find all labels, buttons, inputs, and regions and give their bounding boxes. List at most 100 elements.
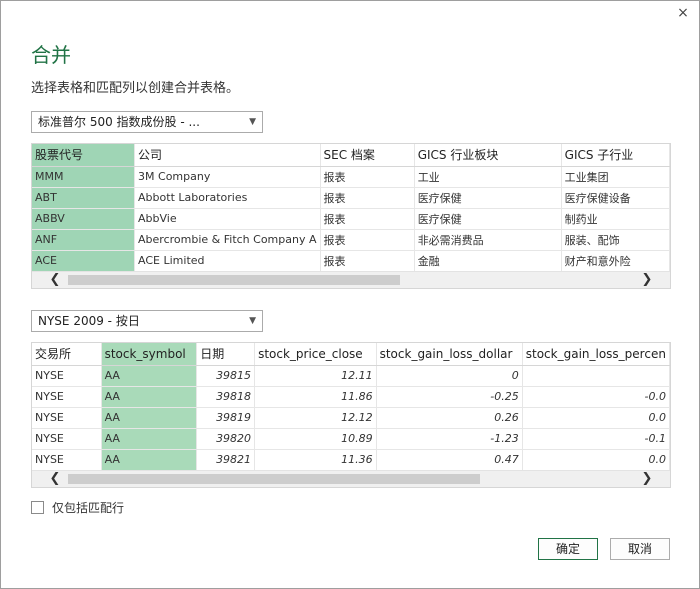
table-cell: 12.12 [254,407,377,429]
table-cell: Abbott Laboratories [134,187,321,209]
table-cell: 39821 [196,449,256,471]
table2-col-header[interactable]: 日期 [196,343,256,366]
table-cell: 0.0 [522,407,670,429]
table-cell: 非必需消费品 [414,229,562,251]
table1-scroll-thumb[interactable] [68,275,400,285]
table-cell: AA [101,365,198,387]
table-row: NYSE AA 39821 11.36 0.47 0.0 [32,449,670,471]
table-cell: AA [101,386,198,408]
table-cell: NYSE [32,428,102,450]
table-cell: 报表 [320,250,415,272]
table-cell: 0 [376,365,523,387]
table-cell: 医疗保健 [414,208,562,230]
table-cell: 医疗保健 [414,187,562,209]
table-cell: MMM [32,166,136,188]
table2-select-value: NYSE 2009 - 按日 [38,314,140,328]
table1-col-header[interactable]: SEC 档案 [320,144,415,167]
table-cell: NYSE [32,386,102,408]
table-row: NYSE AA 39818 11.86 -0.25 -0.0 [32,386,670,408]
table-cell: 10.89 [254,428,377,450]
table2-col-header[interactable]: stock_gain_loss_dollar [376,343,523,366]
dialog-title: 合并 [31,43,71,67]
table1-select[interactable]: 标准普尔 500 指数成份股 - ... ▼ [31,111,263,133]
scroll-left-icon[interactable]: ❮ [46,272,64,288]
table-cell: 报表 [320,166,415,188]
table-cell: -0.1 [522,428,670,450]
table1-col-header[interactable]: 公司 [134,144,321,167]
table2-col-header[interactable]: stock_price_close [254,343,377,366]
table-cell: AbbVie [134,208,321,230]
table-cell: 医疗保健设备 [561,187,670,209]
table2-preview: 交易所 stock_symbol 日期 stock_price_close st… [31,342,671,488]
table2-col-header-selected[interactable]: stock_symbol [101,343,198,366]
table-cell: 服装、配饰 [561,229,670,251]
table-row: MMM 3M Company 报表 工业 工业集团 [32,166,670,188]
table-cell: -1.23 [376,428,523,450]
table-cell: 39818 [196,386,256,408]
table1-col-header[interactable]: GICS 子行业 [561,144,670,167]
table2-col-header[interactable]: stock_gain_loss_percen [522,343,670,366]
scroll-right-icon[interactable]: ❯ [638,471,656,487]
chevron-down-icon: ▼ [249,316,256,326]
table-cell: 0.47 [376,449,523,471]
table1-header-row: 股票代号 公司 SEC 档案 GICS 行业板块 GICS 子行业 [32,144,670,167]
table-cell: 报表 [320,187,415,209]
table-cell: 3M Company [134,166,321,188]
table1-grid: 股票代号 公司 SEC 档案 GICS 行业板块 GICS 子行业 MMM 3M… [32,144,670,272]
table-row: NYSE AA 39815 12.11 0 [32,365,670,387]
table1-col-header[interactable]: GICS 行业板块 [414,144,562,167]
table-cell: 11.36 [254,449,377,471]
table-cell: AA [101,428,198,450]
table1-col-header-selected[interactable]: 股票代号 [32,144,136,167]
table-cell: NYSE [32,407,102,429]
only-matching-rows-checkbox[interactable] [31,501,44,514]
table-row: NYSE AA 39819 12.12 0.26 0.0 [32,407,670,429]
table1-horizontal-scrollbar[interactable]: ❮ ❯ [32,271,670,288]
table-cell: 报表 [320,208,415,230]
table-cell: 39820 [196,428,256,450]
table-cell: 财产和意外险 [561,250,670,272]
table-cell: 报表 [320,229,415,251]
table-cell: ABBV [32,208,136,230]
table-cell: -0.25 [376,386,523,408]
table-cell: 11.86 [254,386,377,408]
table-cell: Abercrombie & Fitch Company A [134,229,321,251]
table-cell: NYSE [32,365,102,387]
only-matching-rows-label: 仅包括匹配行 [52,501,125,515]
table2-col-header[interactable]: 交易所 [32,343,102,366]
table-cell: AA [101,449,198,471]
table2-grid: 交易所 stock_symbol 日期 stock_price_close st… [32,343,670,471]
table-cell: NYSE [32,449,102,471]
table-row: ACE ACE Limited 报表 金融 财产和意外险 [32,250,670,272]
table-cell: -0.0 [522,386,670,408]
table2-horizontal-scrollbar[interactable]: ❮ ❯ [32,470,670,487]
table-cell: 工业 [414,166,562,188]
scroll-right-icon[interactable]: ❯ [638,272,656,288]
table1-select-value: 标准普尔 500 指数成份股 - ... [38,115,200,129]
table-cell: ANF [32,229,136,251]
instruction-text: 选择表格和匹配列以创建合并表格。 [31,81,240,96]
table-cell: 12.11 [254,365,377,387]
table-row: ABT Abbott Laboratories 报表 医疗保健 医疗保健设备 [32,187,670,209]
table-cell [522,365,670,387]
chevron-down-icon: ▼ [249,117,256,127]
table2-scroll-thumb[interactable] [68,474,480,484]
table-cell: ACE Limited [134,250,321,272]
cancel-button[interactable]: 取消 [610,538,670,560]
table1-preview: 股票代号 公司 SEC 档案 GICS 行业板块 GICS 子行业 MMM 3M… [31,143,671,289]
ok-button[interactable]: 确定 [538,538,598,560]
table-cell: ACE [32,250,136,272]
scroll-left-icon[interactable]: ❮ [46,471,64,487]
only-matching-rows-option[interactable]: 仅包括匹配行 [31,499,124,516]
table2-header-row: 交易所 stock_symbol 日期 stock_price_close st… [32,343,670,366]
merge-dialog: × 合并 选择表格和匹配列以创建合并表格。 标准普尔 500 指数成份股 - .… [0,0,700,589]
close-icon[interactable]: × [675,5,691,21]
table-cell: 金融 [414,250,562,272]
table-row: NYSE AA 39820 10.89 -1.23 -0.1 [32,428,670,450]
table-cell: 制药业 [561,208,670,230]
table-cell: 39815 [196,365,256,387]
table-cell: 39819 [196,407,256,429]
table-cell: ABT [32,187,136,209]
table-cell: 0.0 [522,449,670,471]
table2-select[interactable]: NYSE 2009 - 按日 ▼ [31,310,263,332]
